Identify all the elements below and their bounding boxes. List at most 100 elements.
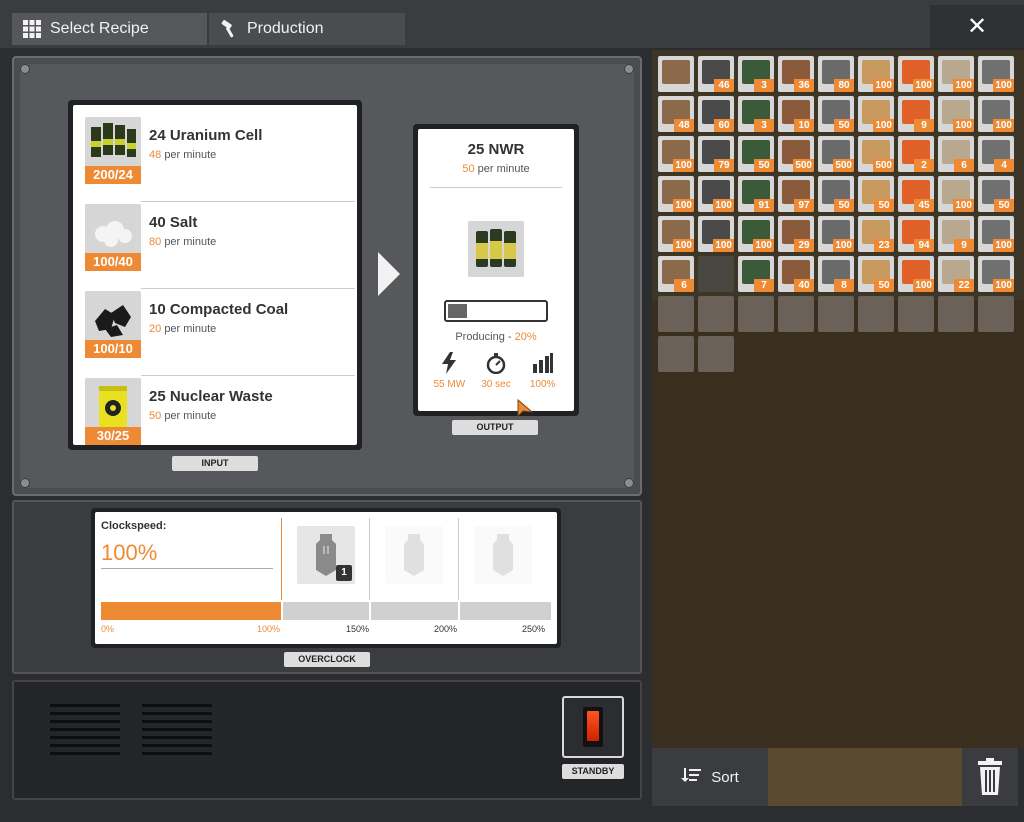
inventory-slot[interactable]: 50 [738, 136, 774, 172]
inventory-slot[interactable]: 10 [778, 96, 814, 132]
inventory-slot[interactable]: 100 [938, 176, 974, 212]
inventory-slot-empty[interactable] [778, 296, 814, 332]
overclock-frame: Clockspeed: 100% 1 0% 100% 150% 200% 250… [91, 508, 561, 648]
inventory-slot[interactable]: 100 [978, 216, 1014, 252]
inventory-slot[interactable]: 4 [978, 136, 1014, 172]
inventory-slot[interactable]: 40 [778, 256, 814, 292]
arrow-right-icon [378, 252, 400, 296]
inventory-slot[interactable]: 22 [938, 256, 974, 292]
ingredient-name: 24 Uranium Cell [149, 127, 263, 144]
inventory-slot[interactable]: 50 [858, 256, 894, 292]
clockspeed-slider-fill [101, 602, 281, 620]
item-quantity: 46 [714, 79, 734, 92]
inventory-slot[interactable]: 100 [938, 96, 974, 132]
inventory-slot[interactable]: 500 [778, 136, 814, 172]
inventory-slot[interactable]: 6 [658, 256, 694, 292]
inventory-slot[interactable]: 100 [698, 176, 734, 212]
inventory-slot-empty[interactable] [658, 296, 694, 332]
inventory-slot[interactable]: 3 [738, 96, 774, 132]
inventory-slot[interactable]: 2 [898, 136, 934, 172]
ingredient-compacted-coal[interactable]: 100/10 10 Compacted Coal 20 per minute [85, 291, 355, 376]
inventory-slot[interactable]: 79 [698, 136, 734, 172]
nwr-icon[interactable] [468, 221, 524, 277]
inventory-slot[interactable]: 9 [938, 216, 974, 252]
input-panel: 200/24 24 Uranium Cell 48 per minute 100… [68, 100, 362, 450]
inventory-slot[interactable]: 7 [738, 256, 774, 292]
inventory-slot[interactable]: 91 [738, 176, 774, 212]
inventory-slot[interactable]: 100 [698, 216, 734, 252]
inventory-slot[interactable]: 500 [858, 136, 894, 172]
sort-button[interactable]: Sort [652, 748, 768, 806]
inventory-slot[interactable]: 100 [978, 256, 1014, 292]
item-quantity: 3 [754, 79, 774, 92]
inventory-slot[interactable]: 100 [978, 56, 1014, 92]
inventory-slot[interactable]: 100 [858, 56, 894, 92]
inventory-slot-empty[interactable] [818, 296, 854, 332]
inventory-slot[interactable]: 6 [938, 136, 974, 172]
close-button[interactable]: ✕ [930, 5, 1024, 48]
ingredient-salt[interactable]: 100/40 40 Salt 80 per minute [85, 204, 355, 289]
inventory-slot[interactable]: 100 [658, 176, 694, 212]
inventory-slot[interactable]: 100 [898, 256, 934, 292]
inventory-slot[interactable]: 8 [818, 256, 854, 292]
inventory-slot[interactable]: 46 [698, 56, 734, 92]
inventory-slot[interactable]: 97 [778, 176, 814, 212]
inventory-slot-empty[interactable] [898, 296, 934, 332]
ingredient-uranium-cell[interactable]: 200/24 24 Uranium Cell 48 per minute [85, 117, 355, 202]
close-icon: ✕ [966, 13, 988, 40]
inventory-slot-empty[interactable] [698, 296, 734, 332]
inventory-slot-empty[interactable] [978, 296, 1014, 332]
inventory-slot[interactable]: 45 [898, 176, 934, 212]
inventory-slot[interactable]: 48 [658, 96, 694, 132]
inventory-slot[interactable]: 100 [818, 216, 854, 252]
inventory-slot[interactable]: 100 [898, 56, 934, 92]
inventory-slot-empty[interactable] [738, 296, 774, 332]
inventory-slot[interactable]: 50 [978, 176, 1014, 212]
inventory-slot-empty[interactable] [698, 336, 734, 372]
inventory-slot[interactable]: 9 [898, 96, 934, 132]
inventory-slot[interactable]: 3 [738, 56, 774, 92]
inventory-slot[interactable]: 50 [858, 176, 894, 212]
tab-production[interactable]: Production [209, 13, 405, 45]
inventory-slot[interactable]: 60 [698, 96, 734, 132]
inventory-slot[interactable]: 500 [818, 136, 854, 172]
item-quantity: 500 [793, 159, 814, 172]
power-shard-slot-2[interactable] [385, 526, 443, 584]
output-panel: 25 NWR 50 per minute Producing - 20% 55 … [413, 124, 579, 416]
ingredient-nuclear-waste[interactable]: 30/25 25 Nuclear Waste 50 per minute [85, 378, 355, 453]
tab-select-recipe[interactable]: Select Recipe [12, 13, 207, 45]
inventory-slot[interactable]: 100 [658, 136, 694, 172]
item-quantity: 40 [794, 279, 814, 292]
inventory-slot[interactable]: 100 [978, 96, 1014, 132]
item-icon [662, 60, 690, 84]
inventory-slot[interactable]: 100 [658, 216, 694, 252]
divider [281, 518, 282, 600]
item-quantity: 100 [873, 79, 894, 92]
inventory-slot[interactable]: 50 [818, 96, 854, 132]
clockspeed-input[interactable]: 100% [101, 540, 157, 566]
inventory-slot[interactable]: 29 [778, 216, 814, 252]
inventory-slot-empty[interactable] [858, 296, 894, 332]
item-quantity: 100 [673, 239, 694, 252]
inventory-slot[interactable]: 36 [778, 56, 814, 92]
inventory-slot[interactable] [698, 256, 734, 292]
clockspeed-slider[interactable] [101, 602, 551, 620]
trash-button[interactable] [962, 748, 1018, 806]
inventory-slot[interactable]: 100 [858, 96, 894, 132]
standby-button[interactable] [562, 696, 624, 758]
ingredient-rate-unit: per minute [164, 236, 217, 248]
inventory-slot[interactable]: 100 [938, 56, 974, 92]
producing-label: Producing [455, 331, 505, 343]
inventory-slot[interactable] [658, 56, 694, 92]
inventory-slot[interactable]: 23 [858, 216, 894, 252]
divider [369, 518, 370, 600]
power-shard-slot-1[interactable]: 1 [297, 526, 355, 584]
inventory-slot[interactable]: 100 [738, 216, 774, 252]
inventory-slot[interactable]: 50 [818, 176, 854, 212]
inventory-slot-empty[interactable] [938, 296, 974, 332]
inventory-slot[interactable]: 94 [898, 216, 934, 252]
inventory-slot-empty[interactable] [658, 336, 694, 372]
compacted-coal-icon [85, 291, 141, 347]
inventory-slot[interactable]: 80 [818, 56, 854, 92]
power-shard-slot-3[interactable] [474, 526, 532, 584]
